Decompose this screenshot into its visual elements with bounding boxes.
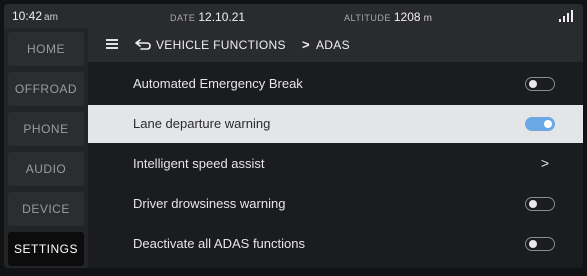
setting-row-lane-departure-warning[interactable]: Lane departure warning [88, 105, 583, 143]
altitude-unit: m [423, 13, 433, 24]
date-label: DATE [170, 13, 196, 23]
breadcrumb-current: ADAS [316, 38, 350, 52]
toggle-knob [529, 240, 537, 248]
sidebar-item-device[interactable]: DEVICE [8, 192, 84, 226]
setting-row-driver-drowsiness-warning[interactable]: Driver drowsiness warning [88, 185, 583, 223]
sidebar-item-label: HOME [27, 42, 65, 56]
sidebar-item-offroad[interactable]: OFFROAD [8, 72, 84, 106]
toggle-knob [529, 80, 537, 88]
chevron-right-icon[interactable]: > [541, 155, 549, 171]
clock-time: 10:42 [12, 9, 43, 23]
signal-strength-icon [559, 10, 573, 22]
status-bar: 10:42 am DATE 12.10.21 ALTITUDE 1208 m [4, 4, 583, 28]
clock-ampm: am [44, 12, 58, 23]
setting-label: Driver drowsiness warning [133, 196, 286, 211]
back-arrow-icon[interactable] [135, 39, 151, 51]
setting-label: Deactivate all ADAS functions [133, 236, 305, 251]
altitude-value: 1208 [393, 10, 421, 24]
sidebar-item-label: SETTINGS [13, 242, 78, 256]
lane-departure-warning-toggle[interactable] [525, 117, 555, 131]
altitude-label: ALTITUDE [344, 13, 391, 23]
setting-label: Lane departure warning [133, 116, 271, 131]
date-readout: DATE 12.10.21 [170, 10, 245, 24]
screen-frame: 10:42 am DATE 12.10.21 ALTITUDE 1208 m HOME… [4, 4, 583, 268]
sidebar-item-label: DEVICE [22, 202, 70, 216]
toggle-knob [544, 120, 552, 128]
breadcrumb-parent[interactable]: VEHICLE FUNCTIONS [156, 38, 286, 52]
breadcrumb-separator: > [302, 37, 310, 52]
setting-row-deactivate-all-adas[interactable]: Deactivate all ADAS functions [88, 225, 583, 263]
date-value: 12.10.21 [198, 10, 246, 24]
setting-row-automated-emergency-break[interactable]: Automated Emergency Break [88, 65, 583, 103]
setting-label: Intelligent speed assist [133, 156, 265, 171]
setting-label: Automated Emergency Break [133, 76, 303, 91]
sidebar-nav: HOME OFFROAD PHONE AUDIO DEVICE SETTINGS [4, 28, 88, 268]
sidebar-item-label: AUDIO [25, 162, 67, 176]
sidebar-item-home[interactable]: HOME [8, 32, 84, 66]
sidebar-item-audio[interactable]: AUDIO [8, 152, 84, 186]
sidebar-item-settings[interactable]: SETTINGS [8, 232, 84, 266]
automated-emergency-break-toggle[interactable] [525, 77, 555, 91]
driver-drowsiness-warning-toggle[interactable] [525, 197, 555, 211]
clock: 10:42 am [12, 9, 58, 23]
sidebar-item-label: PHONE [23, 122, 69, 136]
settings-panel: VEHICLE FUNCTIONS > ADAS Automated Emerg… [88, 28, 583, 268]
breadcrumb-bar: VEHICLE FUNCTIONS > ADAS [88, 28, 583, 62]
hamburger-menu-icon[interactable] [106, 39, 118, 49]
altitude-readout: ALTITUDE 1208 m [344, 10, 432, 24]
sidebar-item-phone[interactable]: PHONE [8, 112, 84, 146]
setting-row-intelligent-speed-assist[interactable]: Intelligent speed assist > [88, 145, 583, 183]
sidebar-item-label: OFFROAD [14, 82, 78, 96]
deactivate-all-adas-toggle[interactable] [525, 237, 555, 251]
toggle-knob [529, 200, 537, 208]
